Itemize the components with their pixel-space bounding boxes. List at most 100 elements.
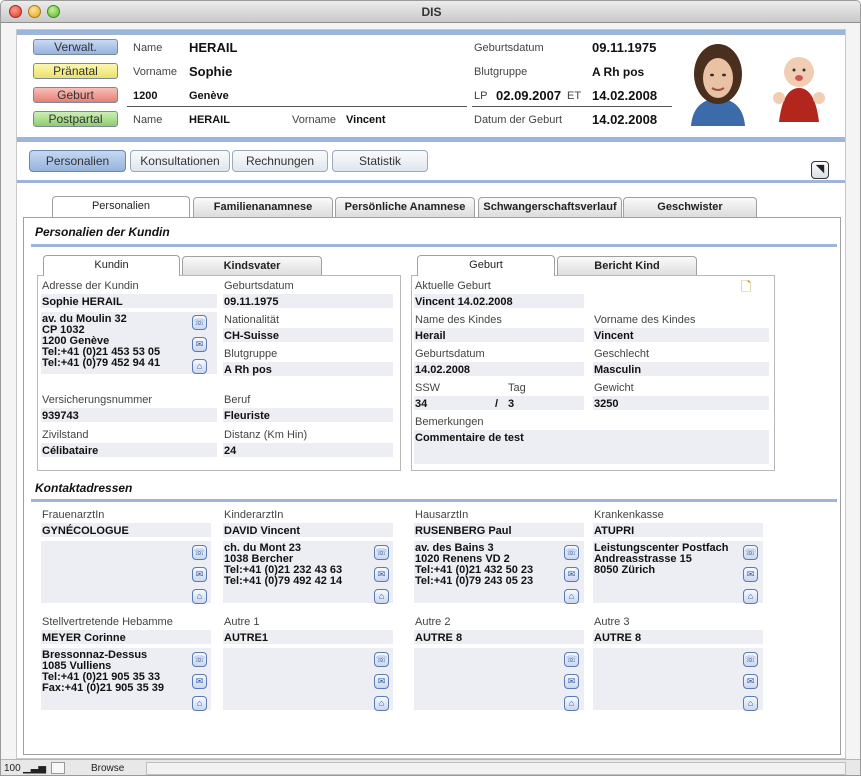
patient-name: HERAIL <box>189 40 238 55</box>
tab-kindsvater[interactable]: Kindsvater <box>182 256 322 276</box>
gewicht-field[interactable] <box>593 396 769 410</box>
et-label: ET <box>567 90 582 102</box>
phone-icon[interactable]: ☏ <box>374 652 389 667</box>
tab-kundin[interactable]: Kundin <box>43 255 180 276</box>
contact-name: RUSENBERG Paul <box>415 525 512 537</box>
postal-code: 1200 <box>133 90 158 102</box>
map-icon[interactable]: ⌂ <box>743 589 758 604</box>
phone-icon[interactable]: ☏ <box>564 545 579 560</box>
contact-address: Bressonnaz-Dessus 1085 Vulliens Tel:+41 … <box>42 649 165 694</box>
geschlecht-value: Masculin <box>594 364 642 376</box>
layout-toggle-icon[interactable] <box>51 762 65 774</box>
geburt-button[interactable]: Geburt <box>33 87 118 103</box>
bemerkungen-label: Bemerkungen <box>415 416 484 428</box>
email-icon[interactable]: ✉ <box>192 567 207 582</box>
contact-name: ATUPRI <box>594 525 635 537</box>
kundin-address: av. du Moulin 32 CP 1032 1200 Genève Tel… <box>42 313 161 369</box>
new-document-icon[interactable]: 🗋 <box>741 278 751 300</box>
email-icon[interactable]: ✉ <box>743 674 758 689</box>
phone-icon[interactable]: ☏ <box>564 652 579 667</box>
gewicht-label: Gewicht <box>594 382 634 394</box>
lp-value: 02.09.2007 <box>496 88 562 103</box>
map-icon[interactable]: ⌂ <box>564 589 579 604</box>
app-window: DIS Verwalt. Pränatal Geburt Postpartal … <box>0 0 861 776</box>
nav-statistik-button[interactable]: Statistik <box>332 150 428 172</box>
blutgruppe-label: Blutgruppe <box>474 66 528 78</box>
map-icon[interactable]: ⌂ <box>192 359 207 374</box>
zoom-mountain-icon[interactable]: ▁▃▅ <box>23 763 46 774</box>
contact-role: FrauenarztIn <box>42 509 105 521</box>
tab-geburt[interactable]: Geburt <box>417 255 555 276</box>
header-top-bar <box>17 30 845 35</box>
name-kind-value: Herail <box>415 330 446 342</box>
adresse-label: Adresse der Kundin <box>42 280 139 292</box>
back-arrow-icon[interactable]: ◥ <box>811 161 829 179</box>
blutgruppe-value: A Rh pos <box>592 65 645 79</box>
map-icon[interactable]: ⌂ <box>192 696 207 711</box>
contact-name: GYNÉCOLOGUE <box>42 525 129 537</box>
email-icon[interactable]: ✉ <box>192 674 207 689</box>
mother-photo <box>683 38 753 126</box>
contact-name: AUTRE1 <box>224 632 269 644</box>
section-kontaktadressen-title: Kontaktadressen <box>35 481 133 495</box>
section2-bar <box>31 499 837 502</box>
phone-icon[interactable]: ☏ <box>192 652 207 667</box>
phone-icon[interactable]: ☏ <box>743 545 758 560</box>
map-icon[interactable]: ⌂ <box>374 696 389 711</box>
phone-icon[interactable]: ☏ <box>743 652 758 667</box>
phone-icon[interactable]: ☏ <box>192 545 207 560</box>
tab-persoenliche-anamnese[interactable]: Persönliche Anamnese <box>335 197 475 217</box>
email-icon[interactable]: ✉ <box>743 567 758 582</box>
praenatal-button[interactable]: Pränatal <box>33 63 118 79</box>
window-title: DIS <box>421 5 442 19</box>
email-icon[interactable]: ✉ <box>564 567 579 582</box>
tab-schwangerschaftsverlauf[interactable]: Schwangerschaftsverlauf <box>478 197 622 217</box>
postpartal-button[interactable]: Postpartal <box>33 111 118 127</box>
distanz-field[interactable] <box>223 443 393 457</box>
contact-address-field[interactable] <box>414 648 584 710</box>
contact-address-field[interactable] <box>223 648 393 710</box>
baby-photo <box>769 46 829 124</box>
map-icon[interactable]: ⌂ <box>192 589 207 604</box>
vorname-label: Vorname <box>133 66 178 78</box>
map-icon[interactable]: ⌂ <box>743 696 758 711</box>
tab-familienanamnese[interactable]: Familienanamnese <box>193 197 333 217</box>
map-icon[interactable]: ⌂ <box>564 696 579 711</box>
tab-bericht-kind[interactable]: Bericht Kind <box>557 256 697 276</box>
child-vorname-label: Vorname <box>292 114 337 126</box>
nav-rechnungen-button[interactable]: Rechnungen <box>232 150 328 172</box>
tab-geschwister[interactable]: Geschwister <box>623 197 757 217</box>
lp-label: LP <box>474 90 488 102</box>
email-icon[interactable]: ✉ <box>564 674 579 689</box>
city: Genève <box>189 90 229 102</box>
nav-personalien-button[interactable]: Personalien <box>29 150 126 172</box>
email-icon[interactable]: ✉ <box>374 567 389 582</box>
tag-value: 3 <box>508 398 515 410</box>
contact-role: Stellvertretende Hebamme <box>42 616 173 628</box>
gewicht-value: 3250 <box>594 398 619 410</box>
kundin-geburtsdatum: 09.11.1975 <box>224 296 279 308</box>
contact-address-field[interactable] <box>41 541 211 603</box>
map-icon[interactable]: ⌂ <box>374 589 389 604</box>
email-icon[interactable]: ✉ <box>374 674 389 689</box>
tab-personalien[interactable]: Personalien <box>52 196 190 217</box>
horizontal-scrollbar[interactable] <box>146 762 846 775</box>
mode-indicator: Browse <box>91 763 125 774</box>
contact-address-field[interactable] <box>593 648 763 710</box>
header-divider <box>127 106 467 107</box>
ssw-label: SSW <box>415 382 441 394</box>
phone-icon[interactable]: ☏ <box>374 545 389 560</box>
zivilstand-value: Célibataire <box>42 445 99 457</box>
name-kind-label: Name des Kindes <box>415 314 502 326</box>
email-icon[interactable]: ✉ <box>192 337 207 352</box>
geschlecht-label: Geschlecht <box>594 348 650 360</box>
verwalt-button[interactable]: Verwalt. <box>33 39 118 55</box>
ssw-field[interactable] <box>414 396 584 410</box>
contact-address: ch. du Mont 23 1038 Bercher Tel:+41 (0)2… <box>224 542 343 587</box>
phone-icon[interactable]: ☏ <box>192 315 207 330</box>
contact-address: av. des Bains 3 1020 Renens VD 2 Tel:+41… <box>415 542 534 587</box>
nav-konsultationen-button[interactable]: Konsultationen <box>130 150 230 172</box>
kundin-blutgruppe: A Rh pos <box>224 364 272 376</box>
aktuelle-geburt-label: Aktuelle Geburt <box>415 280 491 292</box>
zoom-level[interactable]: 100 <box>4 763 21 774</box>
